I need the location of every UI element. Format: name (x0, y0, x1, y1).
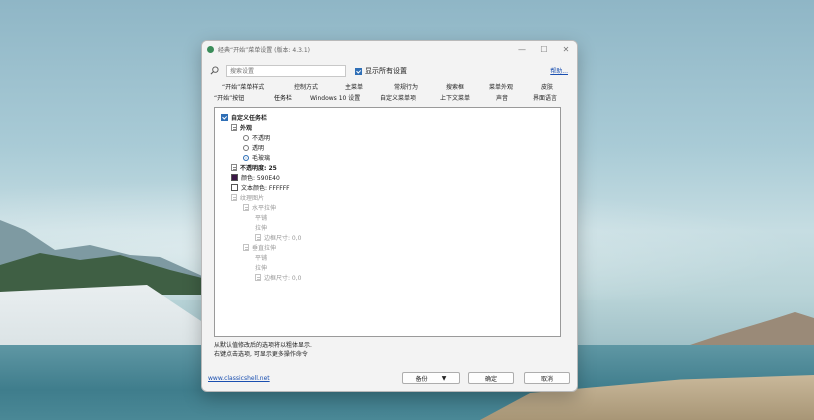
dropdown-arrow-icon: ▼ (441, 374, 447, 382)
tree-item[interactable]: 边框尺寸: 0,0 (255, 273, 301, 282)
tab-start-button[interactable]: “开始”按钮 (214, 93, 244, 102)
tab-menu-look[interactable]: 菜单外观 (489, 82, 513, 91)
cancel-button[interactable]: 取消 (524, 372, 570, 384)
app-icon (207, 45, 214, 53)
tab-strip: “开始”菜单样式 控制方式 主菜单 常规行为 搜索框 菜单外观 皮肤 “开始”按… (208, 81, 572, 103)
ok-button[interactable]: 确定 (468, 372, 514, 384)
setting-icon (231, 164, 237, 171)
desktop-mountains-left (0, 220, 230, 295)
status-line-2: 右键点击选项, 可显示更多操作命令 (214, 351, 308, 358)
customize-taskbar-checkbox[interactable] (221, 114, 228, 121)
tab-general-behavior[interactable]: 常规行为 (394, 82, 418, 91)
tab-start-menu-style[interactable]: “开始”菜单样式 (222, 82, 264, 91)
tree-item[interactable]: 垂直拉伸 (243, 243, 276, 252)
search-row: 显示所有设置 帮助... (208, 65, 572, 77)
tab-search-box[interactable]: 搜索框 (446, 82, 464, 91)
show-all-checkbox[interactable] (355, 67, 362, 75)
help-link[interactable]: 帮助... (550, 66, 568, 75)
settings-window: 经典“开始”菜单设置 (版本: 4.3.1) — ☐ ✕ 显示所有设置 帮助..… (201, 40, 578, 392)
tree-item[interactable]: 平铺 (255, 253, 267, 262)
backup-button[interactable]: 备份 ▼ (402, 372, 460, 384)
tree-item[interactable]: 平铺 (255, 213, 267, 222)
footer: www.classicshell.net 备份 ▼ 确定 取消 (202, 369, 577, 391)
tree-item[interactable]: 边框尺寸: 0,0 (255, 233, 301, 242)
tab-main-menu[interactable]: 主菜单 (345, 82, 363, 91)
tab-sounds[interactable]: 声音 (496, 93, 508, 102)
frosted-radio[interactable] (243, 154, 249, 161)
tree-item[interactable]: 颜色: 590E40 (231, 173, 280, 182)
setting-icon (255, 274, 261, 281)
setting-icon (243, 204, 249, 211)
show-all-settings-toggle[interactable]: 显示所有设置 (355, 66, 407, 76)
tree-item[interactable]: 外观 (231, 123, 252, 132)
minimize-button[interactable]: — (511, 41, 533, 57)
setting-icon (255, 234, 261, 241)
settings-tree-panel: 自定义任务栏 外观 不透明 透明 毛玻璃 不透明度: 25 颜色: 590E40… (214, 107, 561, 337)
color-swatch[interactable] (231, 174, 238, 181)
tab-skin[interactable]: 皮肤 (541, 82, 553, 91)
tree-item[interactable]: 不透明 (243, 133, 270, 142)
tree-item[interactable]: 水平拉伸 (243, 203, 276, 212)
tree-item[interactable]: 纹理图片 (231, 193, 264, 202)
setting-icon (243, 244, 249, 251)
tab-windows10-settings[interactable]: Windows 10 设置 (310, 93, 360, 102)
status-line-1: 从默认值修改后的选项将以粗体显示. (214, 342, 312, 349)
opaque-radio[interactable] (243, 134, 249, 141)
tab-controls[interactable]: 控制方式 (294, 82, 318, 91)
close-button[interactable]: ✕ (555, 41, 577, 57)
text-color-swatch[interactable] (231, 184, 238, 191)
backup-label: 备份 (415, 375, 428, 383)
setting-icon (231, 124, 237, 131)
tree-item[interactable]: 毛玻璃 (243, 153, 270, 162)
show-all-label: 显示所有设置 (365, 67, 407, 75)
tree-item[interactable]: 文本颜色: FFFFFF (231, 183, 290, 192)
tree-item[interactable]: 透明 (243, 143, 264, 152)
tree-item[interactable]: 自定义任务栏 (221, 113, 267, 122)
tab-context-menu[interactable]: 上下文菜单 (440, 93, 470, 102)
search-input[interactable] (226, 65, 346, 77)
window-title: 经典“开始”菜单设置 (版本: 4.3.1) (218, 46, 311, 54)
transparent-radio[interactable] (243, 144, 249, 151)
tab-custom-menu-items[interactable]: 自定义菜单项 (380, 93, 416, 102)
website-link[interactable]: www.classicshell.net (208, 375, 270, 382)
tree-item[interactable]: 拉伸 (255, 223, 267, 232)
search-icon (210, 66, 219, 75)
tree-item[interactable]: 拉伸 (255, 263, 267, 272)
status-hint: 从默认值修改后的选项将以粗体显示. 右键点击选项, 可显示更多操作命令 (214, 341, 312, 359)
setting-icon (231, 194, 237, 201)
title-bar[interactable]: 经典“开始”菜单设置 (版本: 4.3.1) — ☐ ✕ (202, 41, 577, 57)
tab-language[interactable]: 界面语言 (533, 93, 557, 102)
tab-taskbar[interactable]: 任务栏 (274, 93, 292, 102)
tree-item[interactable]: 不透明度: 25 (231, 163, 277, 172)
maximize-button[interactable]: ☐ (533, 41, 555, 57)
